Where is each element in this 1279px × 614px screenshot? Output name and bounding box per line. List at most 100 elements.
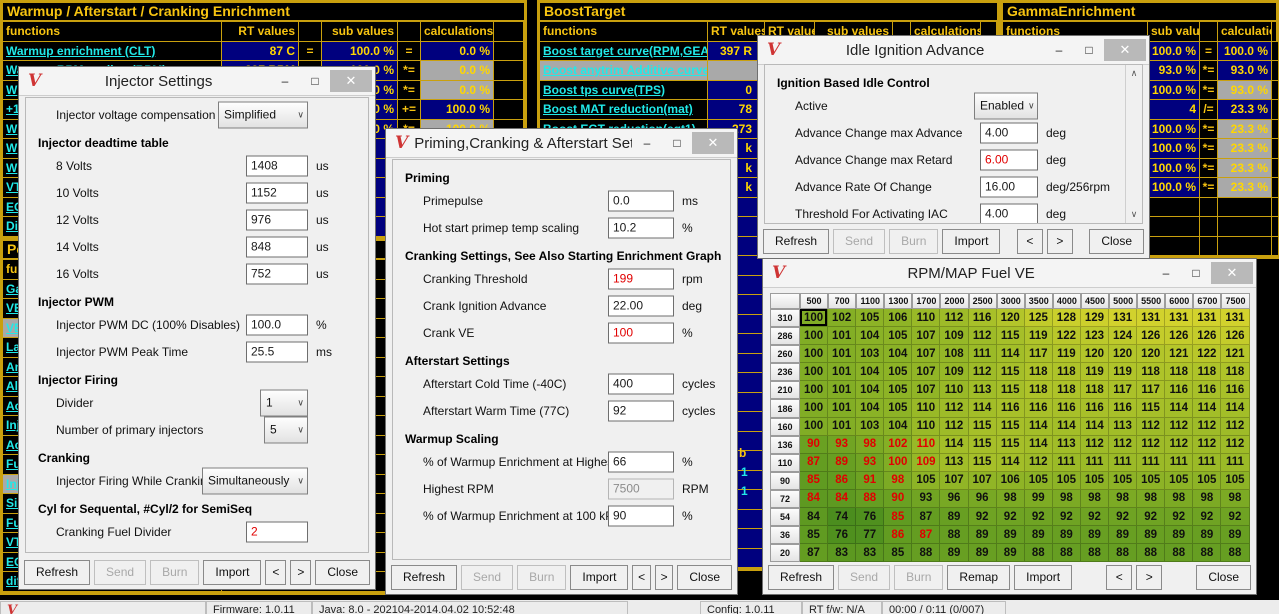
ve-cell[interactable]: 116 (969, 309, 997, 327)
minimize-icon[interactable]: – (270, 70, 300, 92)
ve-rpm-bin-header[interactable]: 1300 (884, 293, 912, 309)
ve-cell[interactable]: 112 (1221, 418, 1249, 436)
next-button[interactable]: > (290, 560, 311, 585)
ve-cell[interactable]: 120 (997, 309, 1025, 327)
ve-cell[interactable]: 114 (1221, 399, 1249, 417)
field-input-afterstart-warm-time-77c[interactable] (608, 400, 674, 421)
ve-cell[interactable]: 107 (912, 363, 940, 381)
ve-cell[interactable]: 114 (1081, 418, 1109, 436)
sub-value-cell[interactable] (1148, 217, 1200, 237)
ve-cell[interactable]: 113 (1109, 418, 1137, 436)
ve-cell[interactable]: 131 (1137, 309, 1165, 327)
ve-rpm-bin-header[interactable]: 1700 (912, 293, 940, 309)
sub-value-cell[interactable]: 100.0 % (1148, 42, 1200, 62)
ve-cell[interactable]: 114 (997, 454, 1025, 472)
ve-cell[interactable]: 92 (1221, 508, 1249, 526)
field-input-cranking-fuel-divider[interactable] (246, 521, 308, 542)
ve-cell[interactable]: 109 (940, 363, 968, 381)
ve-cell[interactable]: 125 (1025, 309, 1053, 327)
calculation-cell[interactable]: 100.0 % (421, 100, 494, 120)
ve-cell[interactable]: 83 (828, 544, 856, 562)
minimize-icon[interactable]: – (1044, 39, 1074, 61)
ve-cell[interactable]: 98 (884, 472, 912, 490)
field-select-injector-voltage-compensation-strategy[interactable]: Simplified∨ (218, 101, 308, 128)
function-link[interactable]: Warmup enrichment (CLT) (3, 42, 222, 62)
ve-cell[interactable]: 116 (1193, 381, 1221, 399)
ve-cell[interactable]: 88 (856, 490, 884, 508)
ve-cell[interactable]: 115 (1137, 399, 1165, 417)
ve-cell[interactable]: 98 (1137, 490, 1165, 508)
ve-cell[interactable]: 114 (1025, 418, 1053, 436)
next-button[interactable]: > (1136, 565, 1162, 590)
minimize-icon[interactable]: – (1151, 262, 1181, 284)
ve-cell[interactable]: 100 (884, 454, 912, 472)
ve-cell[interactable]: 126 (1193, 327, 1221, 345)
close-button[interactable]: Close (1089, 229, 1144, 254)
remap-button[interactable]: Remap (947, 565, 1010, 590)
ve-cell[interactable]: 101 (828, 418, 856, 436)
ve-cell[interactable]: 112 (1109, 436, 1137, 454)
field-input-8-volts[interactable] (246, 155, 308, 176)
ve-cell[interactable]: 105 (1193, 472, 1221, 490)
field-input-12-volts[interactable] (246, 209, 308, 230)
ve-cell[interactable]: 92 (997, 508, 1025, 526)
ve-cell[interactable]: 116 (1081, 399, 1109, 417)
ve-cell[interactable]: 104 (856, 363, 884, 381)
ve-rpm-bin-header[interactable]: 3000 (997, 293, 1025, 309)
ve-cell[interactable]: 112 (969, 363, 997, 381)
ve-cell[interactable]: 77 (856, 526, 884, 544)
field-input-of-warmup-enrichment-at-highest-rpm[interactable] (608, 451, 674, 472)
ve-cell[interactable]: 126 (1137, 327, 1165, 345)
ve-cell[interactable]: 103 (856, 345, 884, 363)
ve-cell[interactable]: 115 (997, 436, 1025, 454)
ve-cell[interactable]: 112 (940, 399, 968, 417)
scroll-up-icon[interactable]: ∧ (1131, 68, 1138, 79)
ve-cell[interactable]: 98 (997, 490, 1025, 508)
ve-cell[interactable]: 92 (969, 508, 997, 526)
ve-cell[interactable]: 117 (1137, 381, 1165, 399)
idle-titlebar[interactable]: V Idle Ignition Advance – □ ✕ (758, 36, 1149, 65)
ve-cell[interactable]: 89 (1081, 526, 1109, 544)
ve-cell[interactable]: 118 (1165, 363, 1193, 381)
ve-cell[interactable]: 105 (884, 399, 912, 417)
ve-cell[interactable]: 88 (940, 526, 968, 544)
rt-value-cell[interactable]: 87 C (222, 42, 299, 62)
ve-cell[interactable]: 105 (1109, 472, 1137, 490)
vertical-scrollbar[interactable]: ∧ ∨ (1125, 65, 1142, 223)
ve-map-bin-header[interactable]: 260 (770, 345, 800, 363)
ve-cell[interactable]: 85 (884, 508, 912, 526)
ve-cell[interactable]: 88 (1165, 544, 1193, 562)
ve-cell[interactable]: 116 (1165, 381, 1193, 399)
priming-titlebar[interactable]: V Priming,Cranking & Afterstart Set... –… (386, 129, 737, 158)
sub-value-cell[interactable]: 4 (1148, 100, 1200, 120)
ve-cell[interactable]: 101 (828, 399, 856, 417)
sub-value-cell[interactable]: 100.0 % (322, 42, 398, 62)
next-button[interactable]: > (1047, 229, 1073, 254)
ve-cell[interactable]: 118 (1053, 381, 1081, 399)
ve-cell[interactable]: 106 (884, 309, 912, 327)
maximize-icon[interactable]: □ (1074, 39, 1104, 61)
field-input-primepulse[interactable] (608, 190, 674, 211)
ve-cell[interactable]: 88 (1025, 544, 1053, 562)
ve-cell[interactable]: 104 (884, 345, 912, 363)
ve-cell[interactable]: 115 (969, 454, 997, 472)
ve-cell[interactable]: 93 (912, 490, 940, 508)
ve-cell[interactable]: 88 (912, 544, 940, 562)
ve-cell[interactable]: 88 (1137, 544, 1165, 562)
ve-cell[interactable]: 118 (1053, 363, 1081, 381)
ve-cell[interactable]: 89 (969, 544, 997, 562)
ve-cell[interactable]: 121 (1165, 345, 1193, 363)
close-icon[interactable]: ✕ (692, 132, 734, 154)
ve-cell[interactable]: 102 (884, 436, 912, 454)
ve-cell[interactable]: 92 (1193, 508, 1221, 526)
ve-cell[interactable]: 105 (884, 327, 912, 345)
ve-cell[interactable]: 121 (1221, 345, 1249, 363)
ve-cell[interactable]: 104 (856, 327, 884, 345)
ve-map-bin-header[interactable]: 54 (770, 508, 800, 526)
ve-cell[interactable]: 115 (969, 418, 997, 436)
ve-cell[interactable]: 110 (912, 418, 940, 436)
field-input-of-warmup-enrichment-at-100-kpa[interactable] (608, 505, 674, 526)
ve-cell[interactable]: 112 (1165, 418, 1193, 436)
ve-cell[interactable]: 101 (828, 327, 856, 345)
ve-cell[interactable]: 84 (800, 508, 828, 526)
